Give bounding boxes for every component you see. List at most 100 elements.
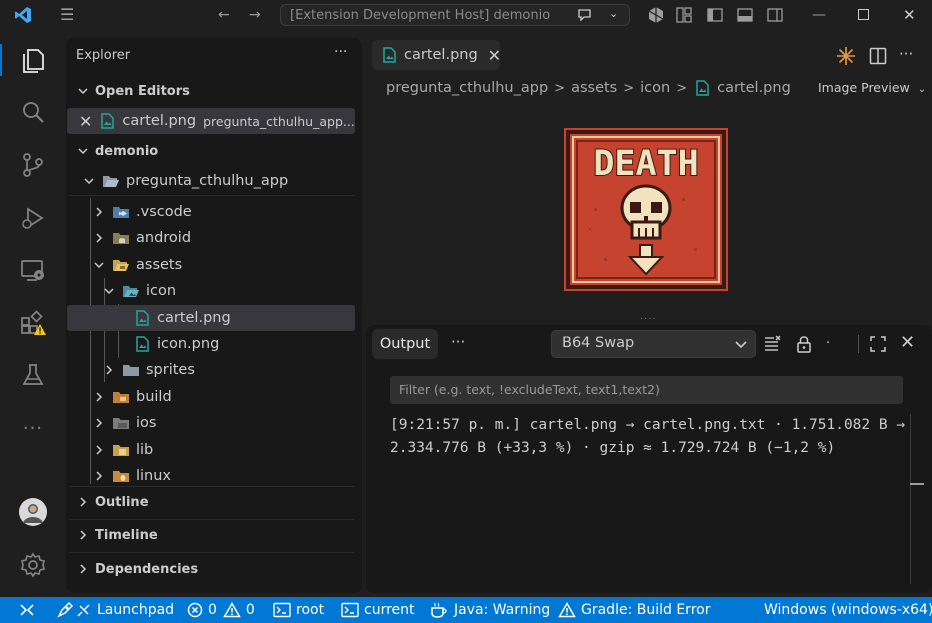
panel-actions-more-icon[interactable]: · [826, 336, 830, 351]
tree-item-icon-folder[interactable]: icon [66, 278, 362, 304]
editor-tab-cartel[interactable]: cartel.png ✕ [372, 40, 501, 70]
status-bar: Launchpad 0 0 root current Java: Warning [0, 597, 932, 623]
close-editor-icon[interactable]: ✕ [79, 112, 92, 131]
copilot-icon[interactable] [647, 6, 665, 24]
close-panel-icon[interactable]: ✕ [900, 332, 915, 353]
java-status[interactable]: Java: Warning [429, 597, 550, 623]
tree-item-cartel[interactable]: cartel.png [67, 305, 355, 331]
tree-item-lib[interactable]: lib [66, 437, 362, 463]
tree-label-cartel: cartel.png [157, 310, 231, 326]
run-debug-activity[interactable] [0, 198, 66, 238]
terminal-current-label: current [364, 602, 415, 618]
output-filter-input[interactable]: Filter (e.g. text, !excludeText, text1,t… [390, 376, 903, 404]
editor-more-icon[interactable]: ··· [899, 45, 913, 63]
chevron-down-icon [92, 258, 106, 272]
extensions-activity[interactable] [0, 303, 66, 343]
toggle-secondary-sidebar-icon[interactable] [767, 7, 783, 23]
terminal-root-status[interactable]: root [273, 597, 324, 623]
tree-item-sprites[interactable]: sprites [66, 357, 362, 383]
timeline-header[interactable]: Timeline [66, 522, 362, 548]
workspace-header[interactable]: demonio [66, 138, 362, 164]
source-control-activity[interactable] [0, 145, 66, 185]
terminal-current-status[interactable]: current [341, 597, 415, 623]
folder-open-icon [103, 176, 119, 187]
output-channel-select[interactable]: B64 Swap [551, 330, 756, 358]
image-preview-selector[interactable]: Image Preview ⌄ [818, 80, 926, 95]
open-editors-header[interactable]: Open Editors [66, 78, 362, 104]
folder-icon [123, 365, 139, 376]
tree-item-android[interactable]: android [66, 225, 362, 251]
panel-tabs-more-icon[interactable]: ··· [451, 333, 465, 351]
chevron-right-icon [92, 390, 106, 404]
lock-scroll-icon[interactable] [796, 335, 812, 353]
explorer-more-icon[interactable]: ··· [334, 44, 347, 60]
forward-arrow-icon[interactable]: → [249, 7, 261, 23]
problems-status[interactable]: 0 0 [187, 597, 255, 623]
sash-handle-icon[interactable]: ···· [640, 314, 657, 325]
flask-icon [22, 364, 44, 385]
tree-item-ios[interactable]: ios [66, 410, 362, 436]
copilot-chat-icon[interactable] [577, 8, 593, 22]
chevron-down-icon [76, 84, 90, 98]
toggle-panel-icon[interactable] [737, 7, 753, 23]
panel-divider [858, 335, 859, 353]
breadcrumb-segment[interactable]: icon [640, 80, 670, 96]
breadcrumb-segment[interactable]: pregunta_cthulhu_app [386, 80, 548, 96]
close-tab-icon[interactable]: ✕ [488, 46, 501, 65]
open-editor-item[interactable]: ✕ cartel.png pregunta_cthulhu_app... [67, 108, 355, 134]
android-folder-icon [113, 233, 129, 244]
launchpad-status[interactable]: Launchpad [56, 597, 174, 623]
dependencies-header[interactable]: Dependencies [66, 556, 362, 582]
linux-folder-icon [113, 471, 129, 482]
tree-label-ios: ios [136, 415, 157, 431]
avatar [19, 498, 47, 526]
toggle-primary-sidebar-icon[interactable] [707, 7, 723, 23]
testing-activity[interactable] [0, 355, 66, 395]
extensions-warning-icon [21, 310, 46, 335]
tree-item-assets[interactable]: assets [66, 252, 362, 278]
platform-status[interactable]: Windows (windows-x64) [764, 597, 932, 623]
more-activity[interactable]: ··· [0, 408, 66, 448]
explorer-activity[interactable] [0, 40, 66, 80]
menu-icon[interactable]: ☰ [60, 7, 74, 23]
outline-header[interactable]: Outline [66, 489, 362, 515]
chevron-down-icon[interactable]: ⌄ [609, 7, 618, 20]
tree-item-build[interactable]: build [66, 384, 362, 410]
manage-activity[interactable] [0, 545, 66, 585]
command-center[interactable]: [Extension Development Host] demonio ⌄ [280, 4, 630, 26]
search-icon [23, 102, 44, 123]
tree-label-linux: linux [136, 468, 172, 484]
vscode-logo-icon[interactable] [14, 6, 32, 24]
back-arrow-icon[interactable]: ← [218, 7, 230, 23]
image-file-icon [136, 310, 149, 326]
search-activity[interactable] [0, 93, 66, 133]
remote-explorer-activity[interactable] [0, 250, 66, 290]
clear-output-icon[interactable] [764, 335, 782, 353]
output-tab[interactable]: Output [372, 329, 438, 359]
chevron-right-icon [92, 231, 106, 245]
breadcrumb-segment[interactable]: assets [571, 80, 617, 96]
close-window-icon[interactable]: ✕ [903, 7, 916, 23]
tree-item-root[interactable]: pregunta_cthulhu_app [66, 168, 362, 194]
coffee-cup-icon [431, 602, 447, 618]
accounts-activity[interactable] [0, 492, 66, 532]
gradle-status[interactable]: Gradle: Build Error [558, 597, 710, 623]
customize-layout-icon[interactable] [676, 7, 692, 23]
remote-indicator[interactable] [18, 597, 41, 623]
breadcrumb-chevron-icon: > [623, 80, 635, 96]
maximize-panel-icon[interactable] [870, 336, 886, 352]
split-editor-icon[interactable] [869, 47, 887, 65]
workspace-label: demonio [95, 143, 159, 159]
output-scrollbar[interactable] [910, 414, 924, 584]
breadcrumb-segment[interactable]: cartel.png [717, 80, 791, 96]
tree-item-vscode[interactable]: .vscode [66, 199, 362, 225]
tree-item-icon-png[interactable]: icon.png [66, 331, 362, 357]
activity-bar: ··· [0, 30, 66, 597]
terminal-root-label: root [296, 602, 325, 618]
maximize-icon[interactable] [858, 9, 869, 20]
image-file-icon [136, 336, 149, 352]
sparkle-icon[interactable] [836, 46, 856, 66]
image-preview: DEATH [564, 128, 728, 291]
source-control-icon [23, 153, 43, 177]
minimize-icon[interactable]: — [812, 7, 826, 23]
